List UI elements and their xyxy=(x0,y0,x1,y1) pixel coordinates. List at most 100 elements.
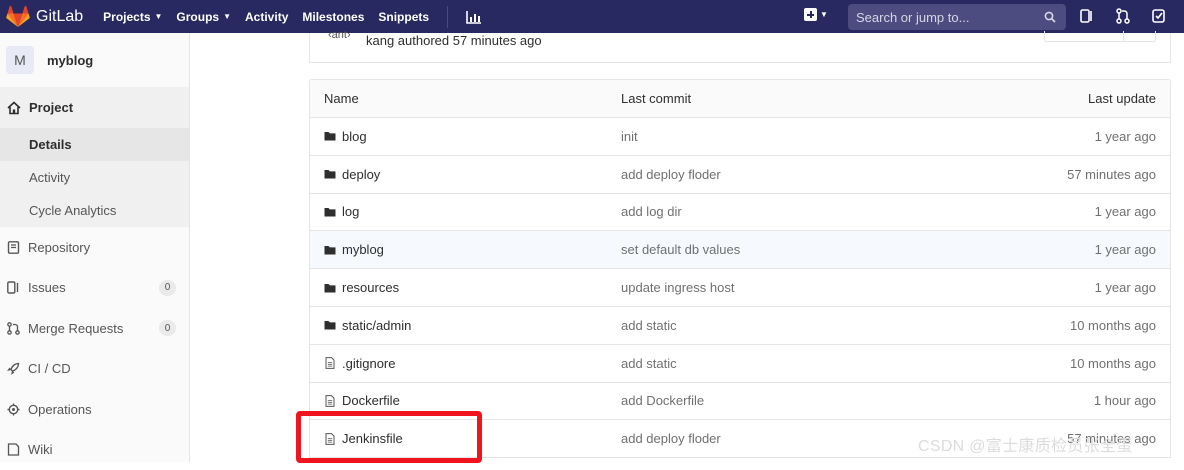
file-tree-table: Name Last commit Last update blog init 1 y… xyxy=(309,79,1171,458)
sidebar-subitem-label: Cycle Analytics xyxy=(29,203,116,218)
file-name-link[interactable]: log xyxy=(324,204,359,219)
folder-icon xyxy=(324,319,336,331)
folder-icon xyxy=(324,130,336,142)
search-placeholder: Search or jump to... xyxy=(856,10,969,25)
nav-activity[interactable]: Activity xyxy=(245,10,288,24)
sidebar-item-label: Operations xyxy=(28,402,92,417)
file-name: log xyxy=(342,204,359,219)
chevron-down-icon: ▼ xyxy=(155,12,163,21)
gitlab-home-link[interactable]: GitLab xyxy=(6,0,83,33)
sidebar-subitem-cycle-analytics[interactable]: Cycle Analytics xyxy=(0,194,189,227)
sidebar-subitem-details[interactable]: Details xyxy=(0,128,189,161)
column-header-name: Name xyxy=(324,91,359,106)
sidebar-item-issues[interactable]: Issues 0 xyxy=(0,268,189,309)
sidebar-item-label: Merge Requests xyxy=(28,321,123,336)
sidebar-item-merge-requests[interactable]: Merge Requests 0 xyxy=(0,308,189,349)
last-commit-link[interactable]: add deploy floder xyxy=(621,431,721,446)
top-navbar: GitLab Projects▼ Groups▼ Activity Milest… xyxy=(0,0,1184,33)
sidebar-item-repository[interactable]: Repository xyxy=(0,227,189,268)
sidebar-item-label: Issues xyxy=(28,280,66,295)
last-commit-link[interactable]: update ingress host xyxy=(621,280,734,295)
sidebar-item-label: Repository xyxy=(28,240,90,255)
sidebar-item-wiki[interactable]: Wiki xyxy=(0,430,189,470)
search-icon xyxy=(1044,11,1056,23)
folder-icon xyxy=(324,206,336,218)
last-update-time: 1 year ago xyxy=(1095,129,1156,144)
nav-activity-label: Activity xyxy=(245,10,288,24)
sidebar-subitem-activity[interactable]: Activity xyxy=(0,161,189,194)
project-avatar: M xyxy=(6,46,34,74)
issues-count-badge: 0 xyxy=(159,280,176,296)
table-row[interactable]: .gitignore add static 10 months ago xyxy=(310,345,1170,383)
table-body: blog init 1 year ago deploy add deploy flode… xyxy=(310,118,1170,458)
nav-milestones-label: Milestones xyxy=(302,10,364,24)
commit-author-text: kang authored 57 minutes ago xyxy=(366,33,542,48)
last-commit-link[interactable]: add static xyxy=(621,356,677,371)
last-commit-link[interactable]: set default db values xyxy=(621,242,740,257)
table-row[interactable]: myblog set default db values 1 year ago xyxy=(310,231,1170,269)
gitlab-logo-icon xyxy=(6,6,30,28)
todo-icon[interactable] xyxy=(1152,8,1166,24)
file-name-link[interactable]: .gitignore xyxy=(324,356,395,371)
nav-milestones[interactable]: Milestones xyxy=(302,10,364,24)
search-input[interactable]: Search or jump to... xyxy=(848,4,1066,30)
file-name-link[interactable]: Dockerfile xyxy=(324,393,400,408)
nav-snippets[interactable]: Snippets xyxy=(378,10,429,24)
file-name: deploy xyxy=(342,167,380,182)
issues-icon[interactable] xyxy=(1080,8,1094,24)
nav-menu: Projects▼ Groups▼ Activity Milestones Sn… xyxy=(103,0,482,33)
sidebar-subitem-label: Details xyxy=(29,137,72,152)
commit-sha-buttons[interactable] xyxy=(1044,31,1156,42)
nav-snippets-label: Snippets xyxy=(378,10,429,24)
navbar-user-icons xyxy=(1080,8,1184,24)
operations-icon xyxy=(7,403,20,416)
column-header-last-commit: Last commit xyxy=(621,91,691,106)
merge-requests-count-badge: 0 xyxy=(159,320,176,336)
new-item-dropdown[interactable]: ▼ xyxy=(804,8,828,21)
table-row[interactable]: static/adminadd static10 months ago xyxy=(310,307,1170,345)
last-update-time: 1 year ago xyxy=(1095,204,1156,219)
last-commit-link[interactable]: init xyxy=(621,129,638,144)
last-commit-link[interactable]: add static xyxy=(621,318,677,333)
table-header: Name Last commit Last update xyxy=(310,80,1170,118)
chevron-down-icon: ▼ xyxy=(223,12,231,21)
file-name-link[interactable]: blog xyxy=(324,129,367,144)
file-name: Dockerfile xyxy=(342,393,400,408)
last-commit-link[interactable]: add log dir xyxy=(621,204,682,219)
sidebar-item-operations[interactable]: Operations xyxy=(0,389,189,430)
repository-icon xyxy=(7,241,20,254)
annotation-highlight-box xyxy=(296,411,482,463)
last-commit-link[interactable]: add deploy floder xyxy=(621,167,721,182)
file-name-link[interactable]: static/admin xyxy=(324,318,411,333)
rocket-icon xyxy=(7,362,20,375)
file-name-link[interactable]: myblog xyxy=(324,242,384,257)
file-name-link[interactable]: resources xyxy=(324,280,399,295)
last-update-time: 1 year ago xyxy=(1095,280,1156,295)
nav-projects[interactable]: Projects▼ xyxy=(103,10,162,24)
merge-request-icon[interactable] xyxy=(1116,8,1130,24)
brand-name: GitLab xyxy=(36,8,83,26)
table-row[interactable]: log add log dir 1 year ago xyxy=(310,194,1170,232)
last-commit-box: ‹ant› kang authored 57 minutes ago xyxy=(309,33,1171,63)
file-name: resources xyxy=(342,280,399,295)
table-row[interactable]: resources update ingress host 1 year ago xyxy=(310,269,1170,307)
table-row[interactable]: deploy add deploy floder 57 minutes ago xyxy=(310,156,1170,194)
sidebar-item-label: Project xyxy=(29,100,73,115)
nav-groups[interactable]: Groups▼ xyxy=(176,10,231,24)
file-name: blog xyxy=(342,129,367,144)
last-commit-link[interactable]: add Dockerfile xyxy=(621,393,704,408)
last-update-time: 10 months ago xyxy=(1070,356,1156,371)
table-row[interactable]: blog init 1 year ago xyxy=(310,118,1170,156)
commit-avatar-text: ‹ant› xyxy=(328,29,351,41)
sidebar-item-ci-cd[interactable]: CI / CD xyxy=(0,349,189,390)
last-update-time: 1 year ago xyxy=(1095,242,1156,257)
project-header[interactable]: M myblog xyxy=(0,33,189,87)
sidebar-item-project[interactable]: Project xyxy=(0,87,189,128)
sidebar-item-label: Wiki xyxy=(28,442,53,457)
folder-icon xyxy=(324,244,336,256)
last-update-time: 57 minutes ago xyxy=(1067,167,1156,182)
column-header-last-update: Last update xyxy=(1088,91,1156,106)
file-name-link[interactable]: deploy xyxy=(324,167,380,182)
project-sidebar: M myblog Project Details Activity Cycle … xyxy=(0,33,190,462)
chart-icon[interactable] xyxy=(466,10,482,24)
